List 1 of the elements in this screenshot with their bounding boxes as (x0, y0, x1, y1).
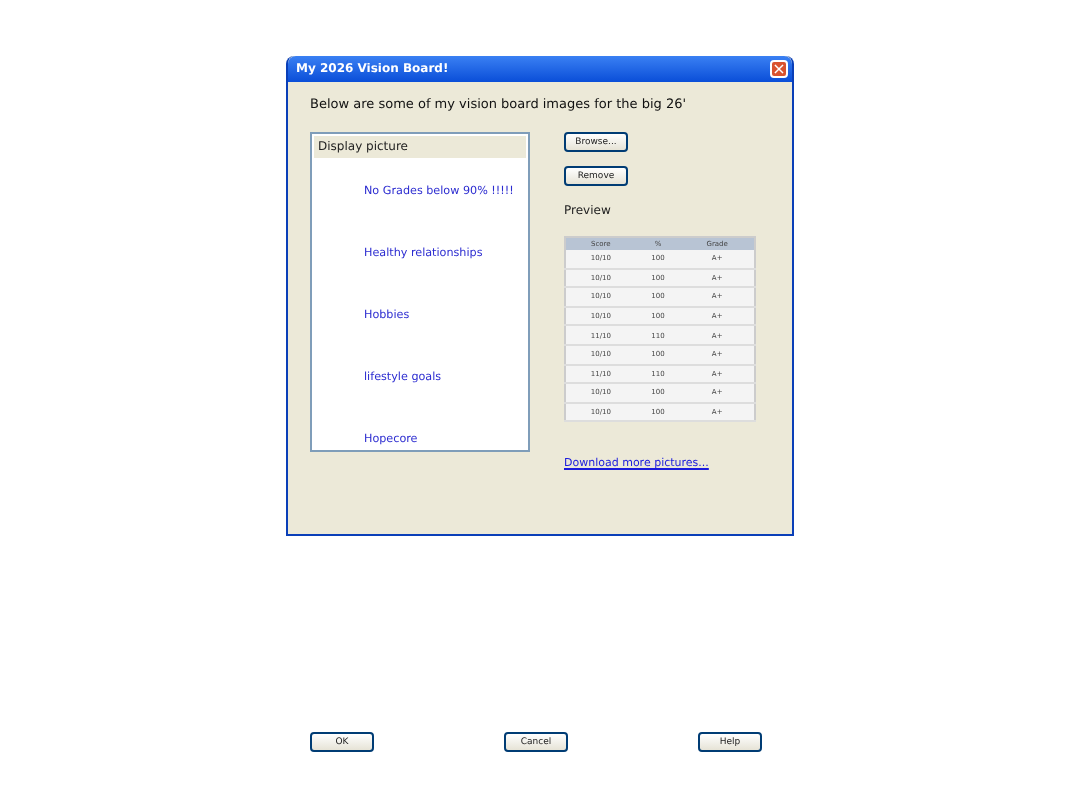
close-button[interactable]: × (770, 60, 788, 78)
